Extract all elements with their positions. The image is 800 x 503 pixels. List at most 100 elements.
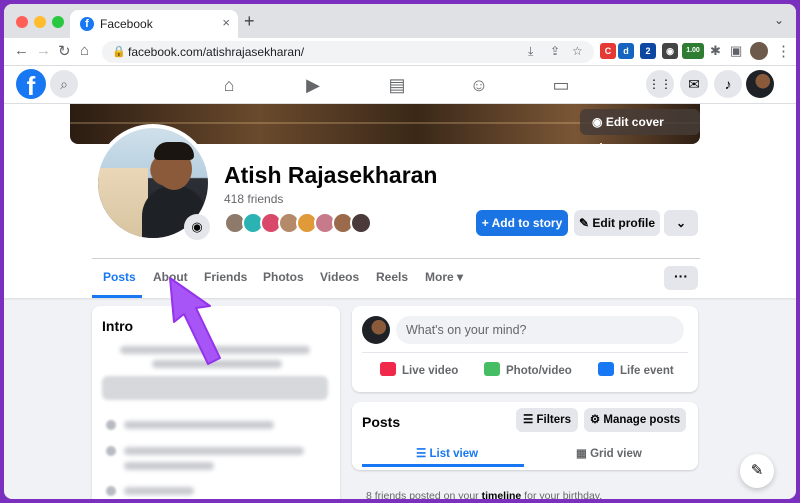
profile-picture-hair: [154, 142, 194, 160]
sidebar-icon[interactable]: ▣: [730, 43, 742, 59]
url-text: facebook.com/atishrajasekharan/: [128, 45, 305, 59]
composer-avatar: [362, 316, 390, 344]
intro-title: Intro: [102, 318, 134, 334]
photo-video-label: Photo/video: [506, 365, 572, 377]
gaming-nav-icon[interactable]: ▭: [548, 72, 574, 98]
tab-close-icon[interactable]: ×: [222, 15, 230, 30]
blurred-detail-line: [124, 487, 194, 495]
groups-nav-icon[interactable]: ☺: [466, 72, 492, 98]
profile-picture-background: [98, 168, 148, 238]
flag-icon: [598, 362, 614, 376]
blurred-detail-line: [124, 462, 214, 470]
share-icon[interactable]: ⇪: [550, 44, 560, 58]
messenger-icon[interactable]: ✉: [680, 70, 708, 98]
manage-posts-label: Manage posts: [603, 414, 681, 426]
account-avatar[interactable]: [746, 70, 774, 98]
chevron-down-icon[interactable]: ⌄: [664, 210, 698, 236]
more-options-button[interactable]: ···: [664, 266, 698, 290]
live-video-button[interactable]: Live video: [380, 362, 458, 377]
search-icon[interactable]: ⌕: [50, 70, 78, 98]
chrome-profile-avatar[interactable]: [750, 42, 768, 60]
profile-header: ◉ Edit cover photo ◉ Atish Rajasekharan …: [4, 104, 796, 298]
pencil-icon: ✎: [578, 216, 593, 230]
bookmark-star-icon[interactable]: ☆: [572, 44, 583, 58]
tab-videos[interactable]: Videos: [320, 270, 359, 284]
blurred-edit-bio-button[interactable]: [102, 376, 328, 400]
browser-toolbar: ← → ↻ ⌂ 🔒 facebook.com/atishrajasekharan…: [4, 38, 796, 66]
profile-divider: [92, 258, 700, 259]
friend-avatar[interactable]: [350, 212, 372, 234]
filters-label: Filters: [536, 414, 572, 426]
back-arrow-icon[interactable]: ←: [14, 42, 29, 59]
live-video-icon: [380, 362, 396, 376]
camera-icon: ◉: [592, 115, 606, 129]
reload-icon[interactable]: ↻: [58, 42, 71, 60]
photo-icon: [484, 362, 500, 376]
home-nav-icon[interactable]: ⌂: [216, 72, 242, 98]
filters-button[interactable]: ☰ Filters: [516, 408, 578, 432]
browser-window: f Facebook × + ⌄ ← → ↻ ⌂ 🔒 facebook.com/…: [4, 4, 796, 499]
annotation-arrow-icon: [169, 277, 221, 365]
post-composer: What's on your mind? Live video Photo/vi…: [352, 306, 698, 392]
whats-on-your-mind-input[interactable]: What's on your mind?: [396, 316, 684, 344]
address-bar[interactable]: 🔒 facebook.com/atishrajasekharan/ ⤓ ⇪ ☆: [102, 41, 594, 63]
home-icon[interactable]: ⌂: [80, 42, 89, 59]
add-to-story-button[interactable]: + Add to story: [476, 210, 568, 236]
facebook-favicon-icon: f: [80, 17, 94, 31]
new-message-compose-icon[interactable]: ✎: [740, 454, 774, 488]
menu-grid-icon[interactable]: ⋮⋮: [646, 70, 674, 98]
blurred-detail-icon: [106, 486, 116, 496]
edit-profile-button[interactable]: ✎ Edit profile: [574, 210, 660, 236]
gear-icon: ⚙: [589, 414, 604, 426]
life-event-label: Life event: [620, 365, 674, 377]
tab-more[interactable]: More ▾: [425, 270, 463, 284]
tab-photos[interactable]: Photos: [263, 270, 304, 284]
marketplace-nav-icon[interactable]: ▤: [384, 72, 410, 98]
forward-arrow-icon[interactable]: →: [36, 42, 51, 59]
tab-posts[interactable]: Posts: [103, 270, 136, 284]
active-tab-indicator: [92, 295, 142, 298]
blurred-detail-line: [124, 421, 274, 429]
chrome-menu-icon[interactable]: ⋮: [776, 42, 791, 60]
extension-badge-icon[interactable]: 2: [640, 43, 656, 59]
composer-divider: [362, 352, 688, 353]
tab-reels[interactable]: Reels: [376, 270, 408, 284]
extension-badge-count: 2: [645, 46, 651, 56]
birthday-notice-prefix: 8 friends posted on your: [366, 490, 482, 499]
manage-posts-button[interactable]: ⚙ Manage posts: [584, 408, 686, 432]
list-view-tab[interactable]: ☰ List view: [416, 446, 478, 460]
watch-nav-icon[interactable]: ▶: [300, 72, 326, 98]
minimize-window-button[interactable]: [34, 16, 46, 28]
blurred-detail-icon: [106, 420, 116, 430]
profile-name: Atish Rajasekharan: [224, 162, 438, 188]
tab-title: Facebook: [100, 17, 153, 31]
install-icon[interactable]: ⤓: [528, 44, 533, 59]
photo-video-button[interactable]: Photo/video: [484, 362, 572, 377]
list-icon: ☰: [416, 448, 430, 460]
extensions-puzzle-icon[interactable]: ✱: [710, 43, 721, 59]
sliders-icon: ☰: [522, 414, 537, 426]
close-window-button[interactable]: [16, 16, 28, 28]
zoom-window-button[interactable]: [52, 16, 64, 28]
facebook-logo-icon[interactable]: f: [16, 69, 46, 99]
extension-red-icon[interactable]: C: [600, 43, 616, 59]
new-tab-button[interactable]: +: [244, 11, 255, 32]
extension-blue-icon[interactable]: d: [618, 43, 634, 59]
list-view-label: List view: [429, 448, 479, 460]
extension-counter-icon[interactable]: 1.00: [682, 43, 704, 59]
active-view-indicator: [362, 464, 524, 467]
browser-tab-facebook[interactable]: f Facebook ×: [70, 10, 238, 38]
notifications-bell-icon[interactable]: ♪: [714, 70, 742, 98]
tab-search-icon[interactable]: ⌄: [774, 13, 784, 27]
edit-cover-photo-button[interactable]: ◉ Edit cover photo: [580, 109, 700, 144]
timeline-link[interactable]: timeline: [482, 490, 522, 499]
update-profile-picture-camera-icon[interactable]: ◉: [184, 214, 210, 240]
tab-strip: f Facebook × + ⌄: [4, 4, 796, 38]
life-event-button[interactable]: Life event: [598, 362, 674, 377]
birthday-notice-suffix: for your birthday.: [521, 490, 603, 499]
birthday-notice: 8 friends posted on your timeline for yo…: [366, 490, 602, 499]
extension-dark-icon[interactable]: ◉: [662, 43, 678, 59]
friends-count[interactable]: 418 friends: [224, 192, 283, 206]
grid-view-tab[interactable]: ▦ Grid view: [576, 446, 642, 460]
grid-view-label: Grid view: [590, 448, 642, 460]
